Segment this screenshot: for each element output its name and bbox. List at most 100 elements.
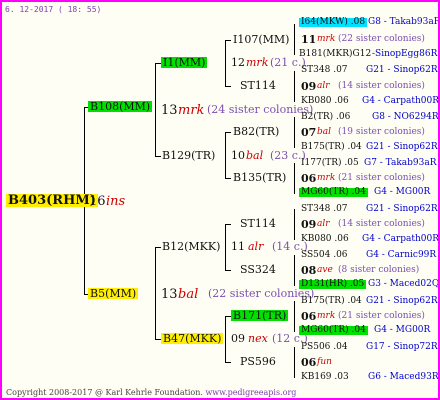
connector <box>294 209 295 240</box>
mark: bal <box>246 149 264 162</box>
pedigree-frame: 6. 12-2017 ( 18: 55) B403(RHM) 16 ins B1… <box>0 0 440 400</box>
connector <box>225 224 226 270</box>
dam-mark: bal <box>178 287 199 302</box>
dam-note: (22 sister colonies) <box>208 287 315 300</box>
line1-code[interactable]: PS506 .04 <box>301 343 348 352</box>
connector <box>155 156 161 157</box>
root-queen[interactable]: B403(RHM) <box>6 194 98 207</box>
queen-SS324[interactable]: SS324 <box>240 264 276 275</box>
line2-note: (19 sister colonies) <box>338 127 425 137</box>
line2-mark: fun <box>317 357 332 367</box>
sire-gen: 13 <box>161 103 178 118</box>
connector <box>225 40 226 86</box>
connector <box>225 270 231 271</box>
line1-right: G8 - Takab93aR <box>368 17 440 27</box>
line3-right: G4 - MG00R <box>374 187 431 197</box>
line3-code[interactable]: KB169 .03 <box>301 373 349 382</box>
line3-code[interactable]: KB080 .06 <box>301 97 349 106</box>
line3-right: G4 - MG00R <box>374 325 431 335</box>
line3-right: -SinopEgg86R <box>372 49 438 59</box>
line3-code[interactable]: D131(HR) .05 <box>299 280 367 289</box>
queen-B12[interactable]: B12(MKK) <box>162 241 220 252</box>
queen-ST114[interactable]: ST114 <box>240 80 276 91</box>
footer: Copyright 2008-2017 @ Karl Kehrle Founda… <box>6 388 296 397</box>
line3-right: G21 - Sinop62R <box>366 142 438 152</box>
line2-gen: 06 <box>301 356 317 369</box>
connector <box>225 362 231 363</box>
line1-code[interactable]: B175(TR) .04 <box>301 297 362 306</box>
line3-code[interactable]: MG60(TR) .04 <box>299 326 368 335</box>
timestamp: 6. 12-2017 ( 18: 55) <box>5 5 102 14</box>
line2-mark: alr <box>317 219 330 229</box>
connector <box>225 178 231 179</box>
gen: 12 <box>231 56 245 69</box>
line1-right: G8 - NO6294R <box>372 112 439 122</box>
root-gen: 16 <box>89 194 106 209</box>
line1-code[interactable]: I177(TR) .05 <box>301 159 359 168</box>
line3-code[interactable]: B181(MKR)G12 <box>299 50 371 59</box>
queen-B135[interactable]: B135(TR) <box>233 172 286 183</box>
queen-PS596[interactable]: PS596 <box>240 356 276 367</box>
queen-I1[interactable]: I1(MM) <box>161 57 208 68</box>
connector <box>225 132 226 178</box>
connector <box>155 247 161 248</box>
connector <box>294 301 295 332</box>
connector <box>294 71 295 102</box>
line3-right: G3 - Maced02Q <box>368 279 440 289</box>
queen-I107[interactable]: I107(MM) <box>233 34 289 45</box>
line2-gen: 11 <box>301 33 317 46</box>
line2-gen: 09 <box>301 218 317 231</box>
line2-note: (14 sister colonies) <box>338 219 425 229</box>
line3-right: G6 - Maced93R <box>368 372 439 382</box>
line2-mark: mrk <box>317 173 336 183</box>
queen-B82[interactable]: B82(TR) <box>233 126 279 137</box>
queen-B171[interactable]: B171(TR) <box>231 310 289 321</box>
line2-mark: bal <box>317 127 332 137</box>
line1-right: G21 - Sinop62R <box>366 204 438 214</box>
root-ins: ins <box>106 194 126 209</box>
line2-mark: mrk <box>317 311 336 321</box>
line1-right: G7 - Takab93aR <box>364 158 437 168</box>
line2-note: (22 sister colonies) <box>338 34 425 44</box>
line1-right: G17 - Sinop72R <box>366 342 438 352</box>
line3-code[interactable]: B175(TR) .04 <box>301 143 362 152</box>
connector <box>155 247 156 339</box>
line2-note: (21 sister colonies) <box>338 311 425 321</box>
line1-code[interactable]: SS504 .06 <box>301 251 348 260</box>
line1-right: G21 - Sinop62R <box>366 65 438 75</box>
site-link[interactable]: www.pedigreeapis.org <box>205 388 296 397</box>
connector <box>225 132 231 133</box>
line2-note: (14 sister colonies) <box>338 81 425 91</box>
connector <box>225 40 231 41</box>
connector <box>294 117 295 148</box>
line2-mark: alr <box>317 81 330 91</box>
line1-code[interactable]: ST348 .07 <box>301 66 348 75</box>
line2-gen: 07 <box>301 126 317 139</box>
line2-gen: 06 <box>301 310 317 323</box>
connector <box>294 24 295 55</box>
mark: alr <box>248 240 264 253</box>
line1-right: G4 - Carnic99R <box>366 250 437 260</box>
connector <box>155 63 156 156</box>
connector <box>294 347 295 378</box>
line1-code[interactable]: I64(MKW) .08 <box>299 18 368 27</box>
dam-queen[interactable]: B5(MM) <box>88 288 139 299</box>
line2-gen: 08 <box>301 264 317 277</box>
line2-note: (21 sister colonies) <box>338 173 425 183</box>
line2-gen: 06 <box>301 172 317 185</box>
queen-B47[interactable]: B47(MKK) <box>161 333 224 344</box>
connector <box>294 255 295 286</box>
sire-mark: mrk <box>178 103 205 118</box>
line3-code[interactable]: KB080 .06 <box>301 235 349 244</box>
line1-code[interactable]: B2(TR) .06 <box>301 113 350 122</box>
queen-B129[interactable]: B129(TR) <box>162 150 215 161</box>
line3-code[interactable]: MG60(TR) .04 <box>299 188 368 197</box>
mark: mrk <box>246 56 269 69</box>
sire-queen[interactable]: B108(MM) <box>88 101 153 112</box>
line1-right: G21 - Sinop62R <box>366 296 438 306</box>
line1-code[interactable]: ST348 .07 <box>301 205 348 214</box>
queen-ST114[interactable]: ST114 <box>240 218 276 229</box>
line3-right: G4 - Carpath00R <box>362 96 440 106</box>
connector <box>225 316 226 362</box>
line2-mark: ave <box>317 265 333 275</box>
